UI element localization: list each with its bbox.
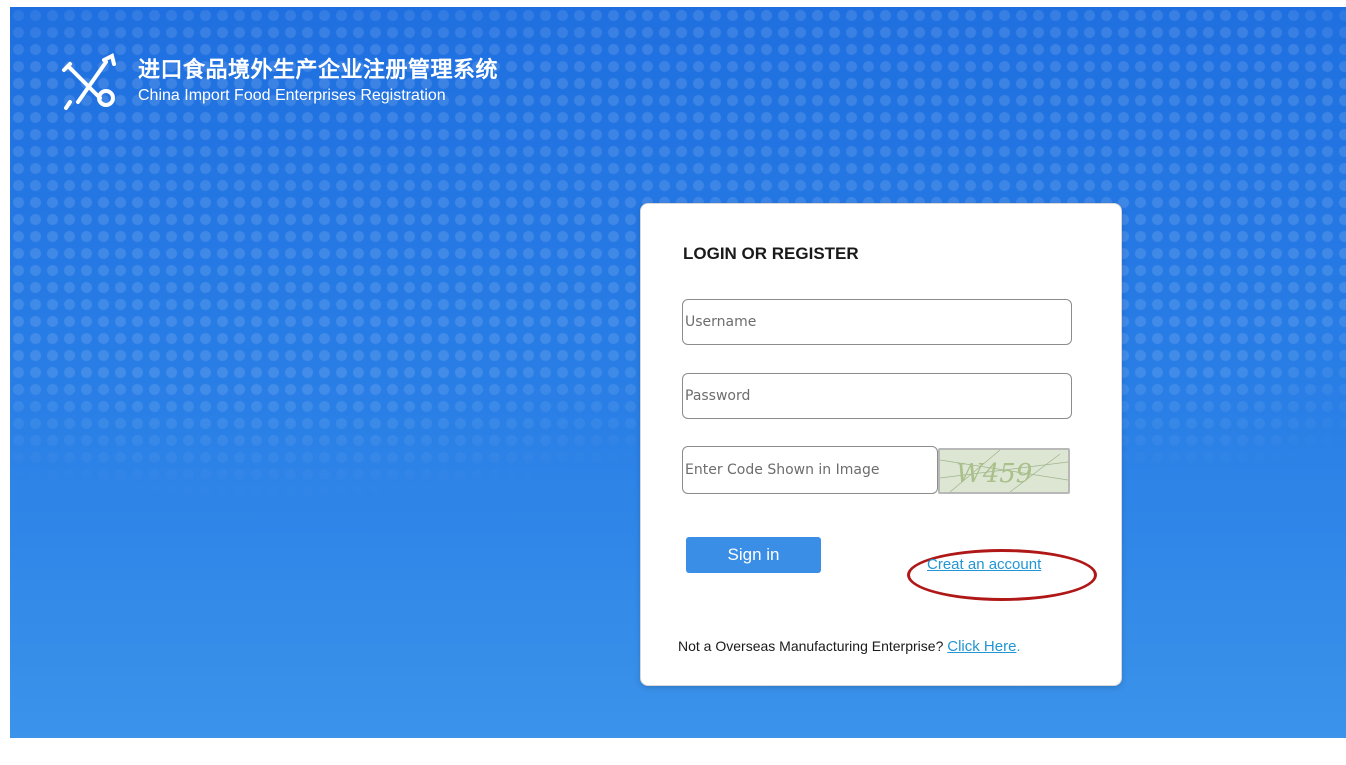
captcha-input[interactable] <box>682 446 938 494</box>
system-title-cn: 进口食品境外生产企业注册管理系统 <box>138 58 499 83</box>
username-input[interactable] <box>682 299 1072 345</box>
sign-in-button[interactable]: Sign in <box>686 537 821 573</box>
brand-header: 进口食品境外生产企业注册管理系统 China Import Food Enter… <box>60 52 498 112</box>
footer-text: Not a Overseas Manufacturing Enterprise? <box>678 638 948 654</box>
system-title-en: China Import Food Enterprises Registrati… <box>138 87 446 104</box>
page-background: 进口食品境外生产企业注册管理系统 China Import Food Enter… <box>10 7 1346 738</box>
footer-note: Not a Overseas Manufacturing Enterprise?… <box>678 638 1020 655</box>
footer-period: . <box>1016 638 1021 654</box>
login-heading: LOGIN OR REGISTER <box>683 244 859 263</box>
create-account-link[interactable]: Creat an account <box>927 556 1041 573</box>
click-here-link[interactable]: Click Here <box>947 638 1016 655</box>
captcha-image[interactable]: W459 <box>938 448 1070 494</box>
emblem-icon <box>62 53 116 110</box>
captcha-text: W459 <box>956 459 1032 489</box>
login-card: LOGIN OR REGISTER W459 Sign in Creat an … <box>640 203 1122 686</box>
password-input[interactable] <box>682 373 1072 419</box>
